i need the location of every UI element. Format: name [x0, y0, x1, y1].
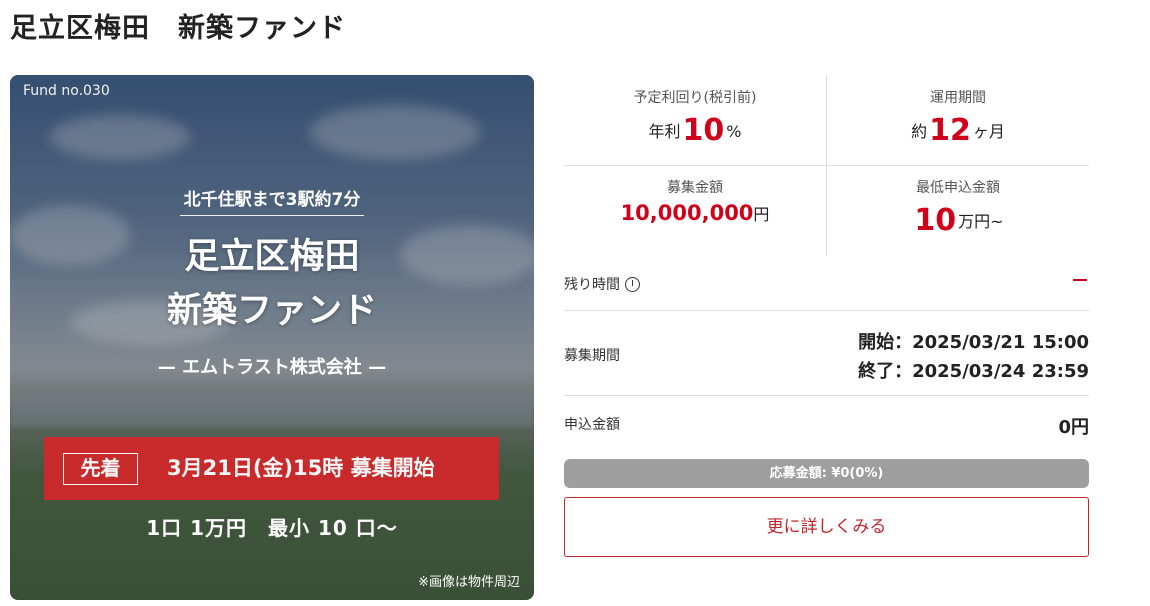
stat-value: 10 万円~	[827, 203, 1089, 238]
company-name: — エムトラスト株式会社 —	[157, 357, 387, 378]
period-suffix: ヶ月	[972, 122, 1005, 141]
recruit-period-end: 終了：2025/03/24 23:59	[858, 361, 1089, 382]
stat-minimum: 最低申込金額 10 万円~	[827, 165, 1089, 255]
page-title: 足立区梅田 新築ファンド	[10, 13, 346, 44]
stat-label: 運用期間	[930, 90, 986, 106]
applied-amount-row: 申込金額 0円	[564, 413, 1089, 438]
period-prefix: 約	[911, 122, 928, 141]
start-banner-text: 3月21日(金)15時 募集開始	[167, 456, 435, 480]
application-progress-bar: 応募金額: ¥0(0%)	[564, 459, 1089, 488]
yield-prefix: 年利	[648, 122, 681, 141]
unit-info: 1口 1万円 最小 10 口〜	[146, 516, 398, 540]
stat-period: 運用期間 約12 ヶ月	[827, 75, 1089, 165]
station-access-text: 北千住駅まで3駅約7分	[179, 185, 365, 216]
fund-hero-image[interactable]: Fund no.030 北千住駅まで3駅約7分 足立区梅田 新築ファンド — エ…	[10, 75, 534, 600]
applied-amount-value: 0円	[1058, 417, 1089, 438]
progress-text: 応募金額: ¥0(0%)	[769, 466, 884, 481]
divider	[564, 395, 1089, 396]
fund-title: 足立区梅田 新築ファンド	[10, 230, 534, 338]
minimum-suffix: 万円~	[958, 212, 1004, 231]
fund-title-line2: 新築ファンド	[166, 291, 377, 331]
amount-suffix: 円	[753, 205, 770, 224]
first-come-tag: 先着	[63, 453, 138, 485]
yield-value: 10	[682, 113, 725, 148]
stat-value: 年利10%	[564, 113, 826, 148]
minimum-value: 10	[914, 203, 957, 238]
recruit-period-label: 募集期間	[564, 348, 620, 364]
stat-label: 予定利回り(税引前)	[633, 90, 757, 106]
start-banner: 先着 3月21日(金)15時 募集開始	[44, 437, 499, 500]
remaining-time-label: 残り時間	[564, 274, 640, 294]
applied-amount-label: 申込金額	[564, 417, 620, 433]
stat-label: 募集金額	[667, 180, 723, 196]
fund-title-line1: 足立区梅田	[184, 237, 360, 277]
clock-icon[interactable]	[625, 277, 640, 292]
station-access: 北千住駅まで3駅約7分	[10, 185, 534, 216]
recruit-period-start: 開始：2025/03/21 15:00	[858, 332, 1089, 353]
stat-value: 約12 ヶ月	[827, 113, 1089, 148]
amount-value: 10,000,000	[620, 201, 754, 225]
divider	[826, 75, 827, 255]
remaining-time-label-text: 残り時間	[564, 277, 620, 293]
recruit-period-row: 募集期間 開始：2025/03/21 15:00 終了：2025/03/24 2…	[564, 328, 1089, 382]
yield-suffix: %	[726, 122, 742, 141]
fund-number: Fund no.030	[23, 83, 110, 99]
divider	[564, 310, 1089, 311]
stat-amount: 募集金額 10,000,000円	[564, 165, 826, 255]
period-value: 12	[929, 113, 971, 148]
stat-value: 10,000,000円	[564, 201, 826, 225]
remaining-time-value	[1073, 279, 1087, 281]
see-more-button[interactable]: 更に詳しくみる	[564, 497, 1089, 557]
remaining-time-row: 残り時間 ー	[564, 274, 1089, 294]
stat-label: 最低申込金額	[916, 180, 1000, 196]
image-note: ※画像は物件周辺	[418, 575, 520, 590]
stat-yield: 予定利回り(税引前) 年利10%	[564, 75, 826, 165]
